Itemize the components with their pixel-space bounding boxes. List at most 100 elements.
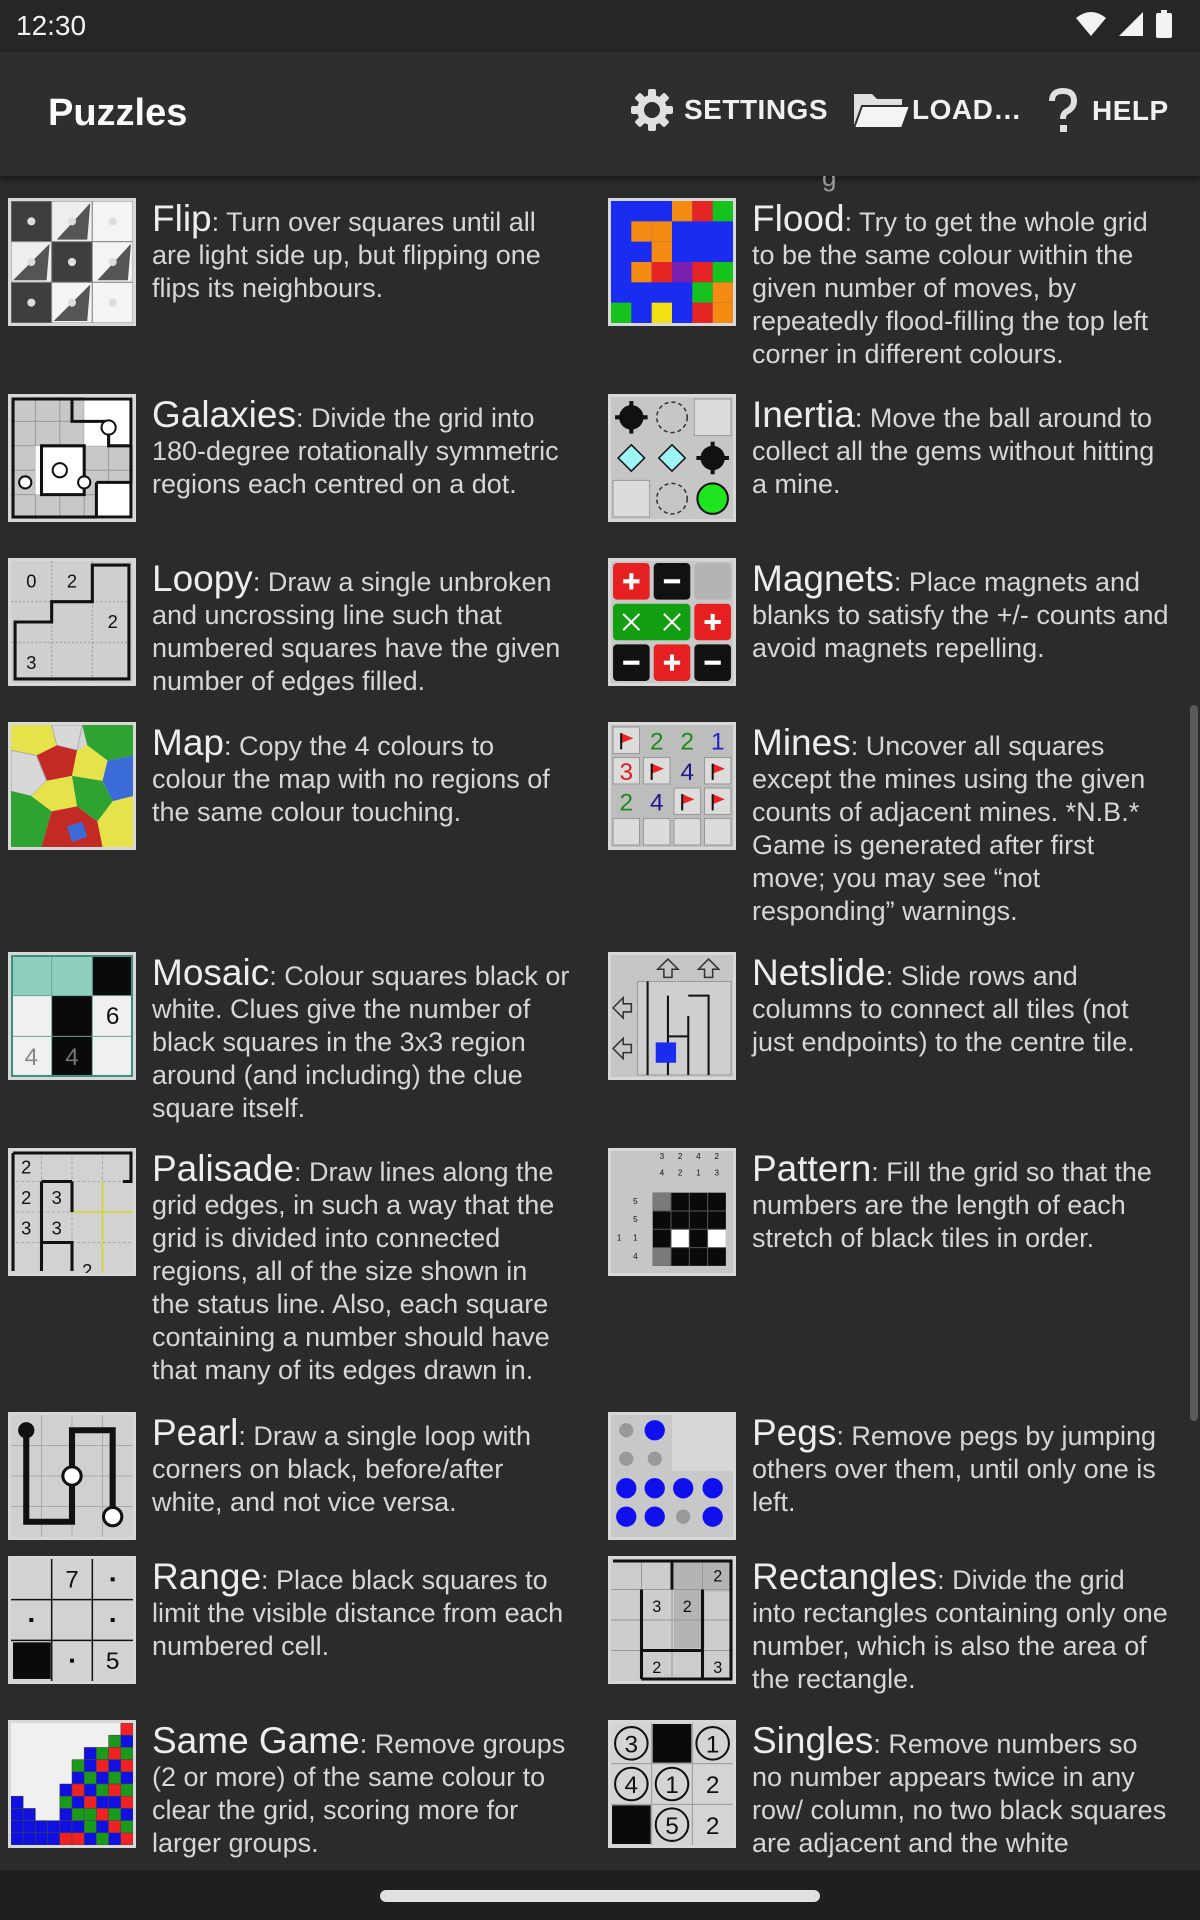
pegs-thumbnail [608, 1412, 736, 1540]
settings-label: SETTINGS [684, 94, 829, 125]
pattern-clue: 4 [660, 1168, 665, 1177]
puzzle-name: Rectangles [752, 1556, 938, 1597]
flood-thumbnail [608, 198, 736, 326]
puzzle-name: Pearl [152, 1412, 239, 1453]
puzzle-name: Loopy [152, 558, 253, 599]
puzzle-name: Flip [152, 198, 212, 239]
pattern-clue: 2 [678, 1152, 683, 1161]
mines-count: 4 [650, 789, 664, 816]
puzzle-name: Same Game [152, 1720, 360, 1761]
flip-board [11, 201, 133, 323]
puzzle-desc: : Draw lines along the grid edges, in su… [152, 1157, 555, 1385]
clipped-text: g [822, 176, 837, 192]
mines-count: 4 [680, 759, 694, 786]
pattern-clue: 3 [714, 1168, 719, 1177]
status-bar: 12:30 [0, 0, 1200, 52]
same-game-thumbnail [8, 1720, 136, 1848]
galaxies-board [11, 397, 133, 519]
range-clue: 5 [106, 1648, 120, 1675]
rectangles-clue: 2 [652, 1659, 661, 1677]
singles-number: 1 [665, 1772, 679, 1799]
singles-number: 1 [706, 1731, 720, 1758]
range-board: 7 5 [11, 1559, 133, 1681]
palisade-clue: 2 [21, 1156, 31, 1177]
map-board [11, 725, 133, 847]
puzzle-name: Inertia [752, 394, 855, 435]
battery-icon [1156, 10, 1172, 38]
puzzle-name: Pegs [752, 1412, 837, 1453]
mines-count: 1 [711, 728, 725, 755]
netslide-board [611, 955, 733, 1077]
app-title: Puzzles [48, 92, 188, 134]
flood-board [611, 201, 733, 323]
palisade-board: 2 2 3 3 3 2 [11, 1151, 133, 1273]
palisade-clue: 2 [21, 1187, 31, 1208]
wifi-icon [1076, 12, 1106, 36]
signal-icon [1119, 12, 1143, 36]
loopy-clue: 2 [108, 611, 118, 632]
puzzle-name: Map [152, 722, 224, 763]
folder-icon [852, 94, 912, 129]
puzzle-name: Magnets [752, 558, 894, 599]
flip-thumbnail [8, 198, 136, 326]
status-icons [1076, 10, 1172, 38]
mosaic-board: 6 4 4 [11, 955, 133, 1077]
pattern-clue: 1 [617, 1233, 622, 1242]
home-gesture-handle[interactable] [380, 1890, 820, 1902]
palisade-clue: 3 [21, 1217, 31, 1238]
pearl-thumbnail [8, 1412, 136, 1540]
rectangles-clue: 3 [652, 1598, 661, 1616]
mosaic-clue: 4 [25, 1044, 39, 1071]
pattern-clue: 4 [633, 1252, 638, 1261]
loopy-clue: 3 [26, 652, 36, 673]
loopy-clue: 2 [67, 570, 77, 591]
pattern-clue: 4 [696, 1152, 701, 1161]
puzzle-name: Netslide [752, 952, 886, 993]
puzzle-name: Mosaic [152, 952, 270, 993]
map-thumbnail [8, 722, 136, 850]
range-thumbnail: 7 5 [8, 1556, 136, 1684]
pearl-board [11, 1415, 133, 1537]
load-label: LOAD… [912, 94, 1022, 125]
singles-board: 3 1 4 1 2 5 2 [611, 1723, 733, 1845]
rectangles-clue: 2 [713, 1567, 722, 1585]
palisade-thumbnail: 2 2 3 3 3 2 [8, 1148, 136, 1276]
singles-number: 3 [625, 1731, 639, 1758]
palisade-clue: 3 [52, 1217, 62, 1238]
navigation-bar [0, 1870, 1200, 1920]
galaxies-thumbnail [8, 394, 136, 522]
mines-count: 2 [650, 728, 664, 755]
mosaic-clue: 6 [106, 1003, 120, 1030]
puzzle-name: Mines [752, 722, 851, 763]
puzzle-name: Pattern [752, 1148, 872, 1189]
puzzle-name: Flood [752, 198, 845, 239]
scrollbar[interactable] [1190, 705, 1198, 1421]
load-button[interactable]: LOAD… [852, 88, 1022, 132]
rectangles-board: 2 3 2 2 3 [611, 1559, 733, 1681]
pegs-board [611, 1415, 733, 1537]
inertia-board [611, 397, 733, 519]
pattern-clue: 2 [678, 1168, 683, 1177]
loopy-board: 0 2 2 3 [11, 561, 133, 683]
pattern-clue: 2 [714, 1152, 719, 1161]
range-clue: 7 [65, 1566, 79, 1593]
puzzle-name: Palisade [152, 1148, 294, 1189]
pattern-clue: 1 [633, 1233, 638, 1242]
rectangles-thumbnail: 2 3 2 2 3 [608, 1556, 736, 1684]
settings-button[interactable]: SETTINGS [630, 88, 828, 132]
pattern-thumbnail: 3 2 4 2 4 2 1 3 5 5 1 1 4 [608, 1148, 736, 1276]
magnets-thumbnail [608, 558, 736, 686]
singles-number: 2 [706, 1813, 720, 1840]
help-button[interactable]: HELP [1048, 88, 1169, 134]
pattern-clue: 5 [633, 1215, 638, 1224]
mines-count: 2 [619, 789, 633, 816]
singles-number: 5 [665, 1813, 679, 1840]
loopy-thumbnail: 0 2 2 3 [8, 558, 136, 686]
puzzle-list[interactable]: g Flip: Turn over squares until all are … [0, 176, 1200, 1876]
netslide-thumbnail [608, 952, 736, 1080]
pattern-clue: 1 [696, 1168, 701, 1177]
rectangles-clue: 2 [683, 1598, 692, 1616]
mosaic-clue: 4 [65, 1044, 79, 1071]
mines-board: 2 2 1 3 4 2 4 [611, 725, 733, 847]
gear-icon [631, 89, 673, 131]
